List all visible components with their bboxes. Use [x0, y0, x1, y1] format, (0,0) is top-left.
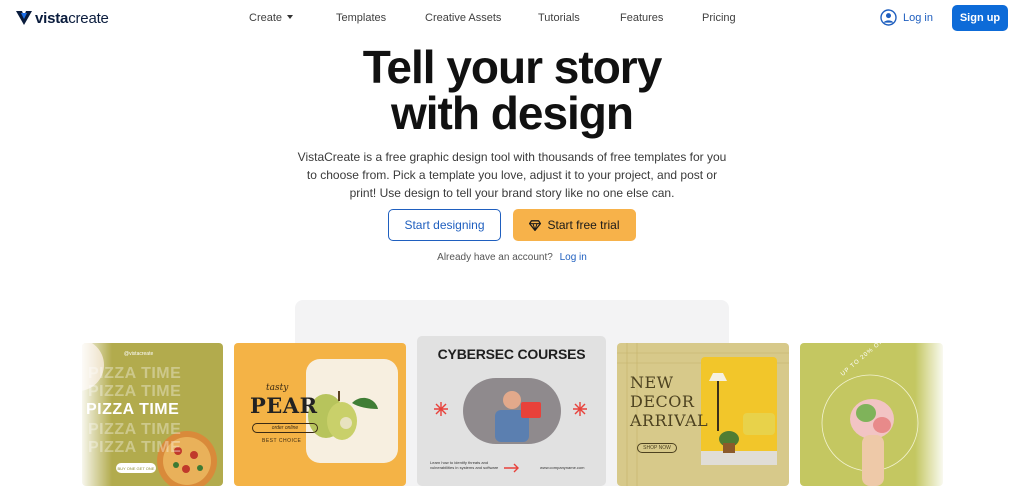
- pizza-handle: @vistacreate: [124, 351, 154, 357]
- decor-title-line: DECOR: [630, 392, 695, 411]
- hero-title-line-1: Tell your story: [362, 41, 663, 93]
- account-question: Already have an account?: [437, 252, 553, 263]
- pear-subtitle: BEST CHOICE: [262, 438, 302, 444]
- nav-pricing[interactable]: Pricing: [702, 12, 736, 24]
- start-designing-button[interactable]: Start designing: [388, 209, 501, 241]
- nav-create[interactable]: Create: [249, 12, 294, 24]
- nav-creative-assets[interactable]: Creative Assets: [425, 12, 501, 24]
- template-card-cybersec[interactable]: CYBERSEC COURSES Learn how to identify t…: [417, 336, 606, 486]
- chevron-down-icon: [287, 15, 294, 19]
- nav-features[interactable]: Features: [620, 12, 663, 24]
- template-card-decor[interactable]: NEW DECOR ARRIVAL SHOP NOW: [617, 343, 789, 486]
- pear-order-badge: order online: [252, 423, 318, 433]
- decor-title: NEW DECOR ARRIVAL: [630, 373, 708, 430]
- cybersec-title: CYBERSEC COURSES: [437, 346, 586, 362]
- start-free-trial-button[interactable]: Start free trial: [513, 209, 636, 241]
- logo-part-vista: vista: [35, 9, 69, 27]
- account-login-link[interactable]: Log in: [560, 252, 587, 263]
- user-icon: [880, 9, 897, 26]
- account-prompt: Already have an account? Log in: [0, 252, 1024, 263]
- header-login-label: Log in: [903, 11, 933, 24]
- carousel-fade-right: [915, 343, 943, 486]
- nav-tutorials[interactable]: Tutorials: [538, 12, 580, 24]
- hero-title-line-2: with design: [391, 87, 634, 139]
- decor-title-line: NEW: [630, 373, 674, 392]
- pear-title: PEAR: [250, 393, 318, 418]
- diamond-icon: [529, 219, 542, 231]
- hero-description: VistaCreate is a free graphic design too…: [297, 150, 727, 200]
- cybersec-description: Learn how to identify threats and vulner…: [430, 460, 499, 470]
- template-card-pear[interactable]: tasty PEAR order online BEST CHOICE: [234, 343, 406, 486]
- logo-part-create: create: [68, 9, 109, 27]
- logo-wordmark: vistacreate: [35, 10, 109, 27]
- top-navigation: vistacreate Create Templates Creative As…: [0, 0, 1024, 36]
- header-login-link[interactable]: Log in: [880, 9, 933, 26]
- nav-templates[interactable]: Templates: [336, 12, 386, 24]
- carousel-fade-left: [82, 343, 112, 486]
- pizza-offer-badge: BUY ONE GET ONE: [116, 463, 156, 473]
- cybersec-url: www.companyname.com: [540, 465, 585, 470]
- pear-tag: tasty: [266, 383, 289, 393]
- vistacreate-logo[interactable]: vistacreate: [16, 8, 109, 28]
- signup-button[interactable]: Sign up: [952, 5, 1008, 31]
- vistacreate-logo-icon: [16, 11, 32, 25]
- hero-title: Tell your story with design: [0, 44, 1024, 136]
- nav-create-label: Create: [249, 12, 283, 24]
- start-free-trial-label: Start free trial: [547, 218, 620, 232]
- decor-shop-badge: SHOP NOW: [637, 443, 677, 453]
- decor-title-line: ARRIVAL: [630, 411, 709, 430]
